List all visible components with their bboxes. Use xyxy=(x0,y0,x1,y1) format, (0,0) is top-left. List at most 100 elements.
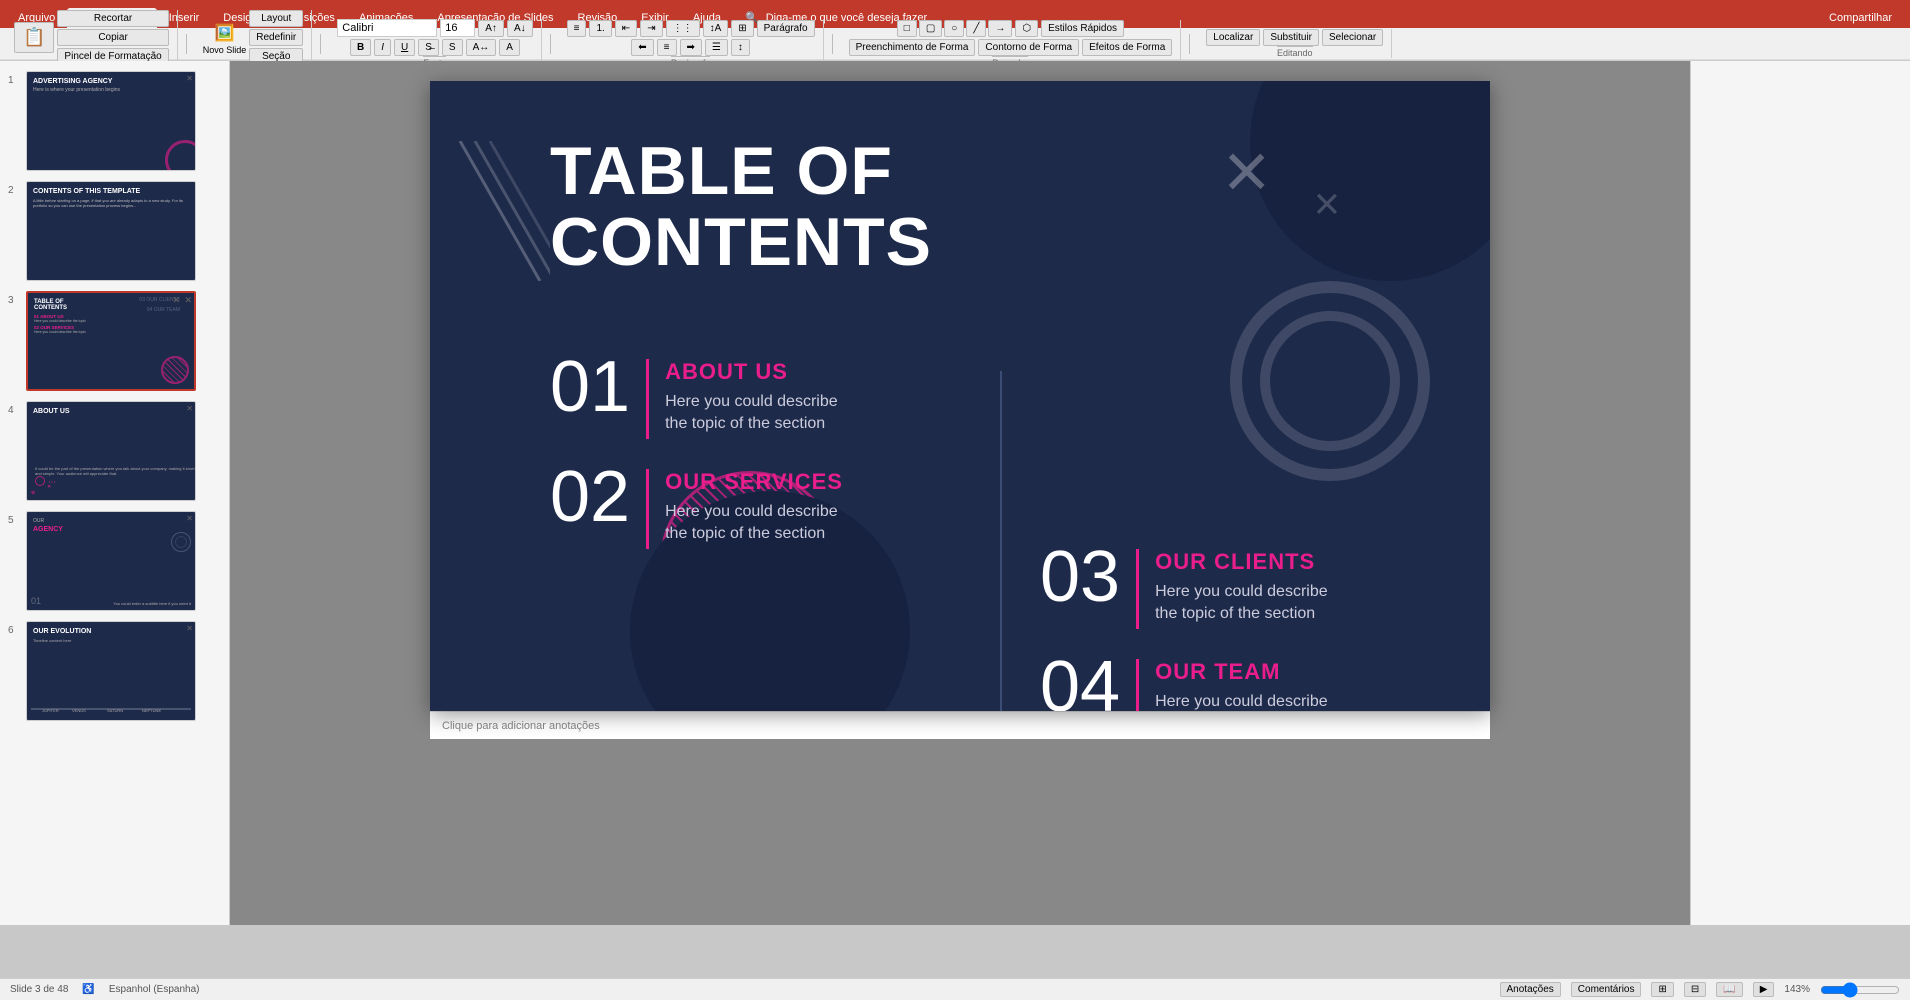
shape-outline-btn[interactable]: Contorno de Forma xyxy=(978,39,1079,56)
slide-5-close-icon[interactable]: ✕ xyxy=(186,514,193,523)
toc-item-01[interactable]: 01 ABOUT US Here you could describe the … xyxy=(550,351,838,439)
justify-button[interactable]: ☰ xyxy=(705,39,728,56)
clipboard-small-buttons: Recortar Copiar Pincel de Formatação xyxy=(57,10,168,65)
quick-styles-button[interactable]: Estilos Rápidos xyxy=(1041,20,1124,37)
slide-thumb-1[interactable]: 1 ADVERTISING AGENCY Here is where your … xyxy=(6,69,223,173)
share-button[interactable]: Compartilhar xyxy=(1817,8,1904,28)
slide-5-thumbnail[interactable]: OUR AGENCY 01 You could enter a subtitle… xyxy=(26,511,196,611)
font-color-button[interactable]: A xyxy=(499,39,520,56)
slide-thumb-5[interactable]: 5 OUR AGENCY 01 You could enter a subtit… xyxy=(6,509,223,613)
new-slide-button[interactable]: 🖼️ xyxy=(209,21,241,45)
toc-text-01: ABOUT US Here you could describe the top… xyxy=(665,351,838,436)
toc-text-04: OUR TEAM Here you could describe the top… xyxy=(1155,651,1328,711)
arrow-btn[interactable]: → xyxy=(988,20,1012,37)
editing-label: Editando xyxy=(1277,46,1313,58)
shape-effects-btn[interactable]: Efeitos de Forma xyxy=(1082,39,1172,56)
layout-button[interactable]: Layout xyxy=(249,10,303,27)
line-spacing-button[interactable]: ↕ xyxy=(731,39,750,56)
select-button[interactable]: Selecionar xyxy=(1322,29,1383,46)
text-dir-button[interactable]: ↕A xyxy=(703,20,729,37)
slide-2-thumbnail[interactable]: CONTENTS OF THIS TEMPLATE A little befor… xyxy=(26,181,196,281)
underline-button[interactable]: U xyxy=(394,39,415,56)
slide-3-content: TABLE OFCONTENTS 01 ABOUT US Here you co… xyxy=(28,293,194,389)
align-left-button[interactable]: ⬅ xyxy=(631,39,653,56)
slide-count-status: Slide 3 de 48 xyxy=(10,984,68,995)
normal-view-button[interactable]: ⊞ xyxy=(1651,982,1673,997)
slide-1-thumbnail[interactable]: ADVERTISING AGENCY Here is where your pr… xyxy=(26,71,196,171)
arrange-button[interactable]: ⬡ xyxy=(1015,20,1038,37)
rect-shape-btn[interactable]: □ xyxy=(897,20,917,37)
accessibility-icon[interactable]: ♿ xyxy=(82,984,94,995)
smartart-button[interactable]: Parágrafo xyxy=(757,20,815,37)
font-name-input[interactable] xyxy=(337,19,437,37)
toc-item-02[interactable]: 02 OUR SERVICES Here you could describe … xyxy=(550,461,843,549)
shape-fill-btn[interactable]: Preenchimento de Forma xyxy=(849,39,976,56)
status-bar: Slide 3 de 48 ♿ Espanhol (Espanha) Anota… xyxy=(0,978,1910,1000)
slide-4-thumbnail[interactable]: ABOUT US • • • It could be the part of t… xyxy=(26,401,196,501)
slide-3-close-icon[interactable]: ✕ xyxy=(184,295,192,306)
align-text-button[interactable]: ⊞ xyxy=(731,20,753,37)
slide-thumb-4[interactable]: 4 ABOUT US • • • It could be the part of… xyxy=(6,399,223,503)
slide-2-content: CONTENTS OF THIS TEMPLATE A little befor… xyxy=(27,182,195,280)
sep1 xyxy=(186,34,187,54)
strikethrough-button[interactable]: S̶ xyxy=(418,39,439,56)
sep3 xyxy=(550,34,551,54)
zoom-level: 143% xyxy=(1784,984,1810,995)
slide-5-content: OUR AGENCY 01 You could enter a subtitle… xyxy=(27,512,195,610)
right-panel xyxy=(1690,61,1910,925)
col-button[interactable]: ⋮⋮ xyxy=(666,20,700,37)
find-button[interactable]: Localizar xyxy=(1206,29,1260,46)
italic-button[interactable]: I xyxy=(374,39,391,56)
reading-view-button[interactable]: 📖 xyxy=(1716,982,1742,997)
slide-sorter-button[interactable]: ⊟ xyxy=(1684,982,1706,997)
toc-desc-03: Here you could describe the topic of the… xyxy=(1155,581,1328,626)
font-size-input[interactable] xyxy=(440,19,475,37)
char-spacing-button[interactable]: A↔ xyxy=(466,39,497,56)
slide-thumb-3[interactable]: 3 TABLE OFCONTENTS 01 ABOUT US Here you … xyxy=(6,289,223,393)
cut-button[interactable]: Recortar xyxy=(57,10,168,27)
toc-label-03: OUR CLIENTS xyxy=(1155,549,1328,575)
align-center-button[interactable]: ≡ xyxy=(657,39,677,56)
slide-thumb-6[interactable]: 6 OUR EVOLUTION Timeline content here JU… xyxy=(6,619,223,723)
bullets-button[interactable]: ≡ xyxy=(567,20,587,37)
slideshow-button[interactable]: ▶ xyxy=(1753,982,1775,997)
new-slide-group: 🖼️ Novo Slide xyxy=(203,21,247,55)
notes-status-button[interactable]: Anotações xyxy=(1500,982,1561,997)
align-right-button[interactable]: ➡ xyxy=(680,39,702,56)
slide-editing-area: × × TABLE OF CONTENTS 01 xyxy=(230,61,1690,925)
toc-divider-04 xyxy=(1136,659,1139,711)
notes-bar[interactable]: Clique para adicionar anotações xyxy=(430,711,1490,739)
slide-thumb-2[interactable]: 2 CONTENTS OF THIS TEMPLATE A little bef… xyxy=(6,179,223,283)
shadow-button[interactable]: S xyxy=(442,39,463,56)
toc-item-03[interactable]: 03 OUR CLIENTS Here you could describe t… xyxy=(1040,541,1328,629)
toc-item-04[interactable]: 04 OUR TEAM Here you could describe the … xyxy=(1040,651,1328,711)
slide-3-thumbnail[interactable]: TABLE OFCONTENTS 01 ABOUT US Here you co… xyxy=(26,291,196,391)
line-btn[interactable]: ╱ xyxy=(966,20,986,37)
bold-button[interactable]: B xyxy=(350,39,371,56)
numbering-button[interactable]: 1. xyxy=(589,20,611,37)
toc-divider-01 xyxy=(646,359,649,439)
rounded-rect-btn[interactable]: ▢ xyxy=(919,20,942,37)
sep5 xyxy=(1189,34,1190,54)
reset-button[interactable]: Redefinir xyxy=(249,29,303,46)
zoom-slider[interactable] xyxy=(1820,982,1900,998)
toc-label-02: OUR SERVICES xyxy=(665,469,843,495)
copy-button[interactable]: Copiar xyxy=(57,29,168,46)
circle-btn[interactable]: ○ xyxy=(944,20,964,37)
x-large-decoration: × xyxy=(1223,131,1270,211)
slide-3-delete-icon[interactable]: ✕ xyxy=(172,295,180,306)
paste-button-large[interactable]: 📋 xyxy=(14,22,54,53)
replace-button[interactable]: Substituir xyxy=(1263,29,1319,46)
decrease-indent-button[interactable]: ⇤ xyxy=(615,20,637,37)
toc-text-03: OUR CLIENTS Here you could describe the … xyxy=(1155,541,1328,626)
slide-1-close-icon[interactable]: ✕ xyxy=(186,74,193,83)
decrease-font-btn[interactable]: A↓ xyxy=(507,20,533,37)
comments-status-button[interactable]: Comentários xyxy=(1571,982,1642,997)
toc-divider-02 xyxy=(646,469,649,549)
main-slide[interactable]: × × TABLE OF CONTENTS 01 xyxy=(430,81,1490,711)
slide-6-thumbnail[interactable]: OUR EVOLUTION Timeline content here JUPI… xyxy=(26,621,196,721)
slide-4-close-icon[interactable]: ✕ xyxy=(186,404,193,413)
increase-indent-button[interactable]: ⇥ xyxy=(640,20,662,37)
slide-6-close-icon[interactable]: ✕ xyxy=(186,624,193,633)
increase-font-btn[interactable]: A↑ xyxy=(478,20,504,37)
